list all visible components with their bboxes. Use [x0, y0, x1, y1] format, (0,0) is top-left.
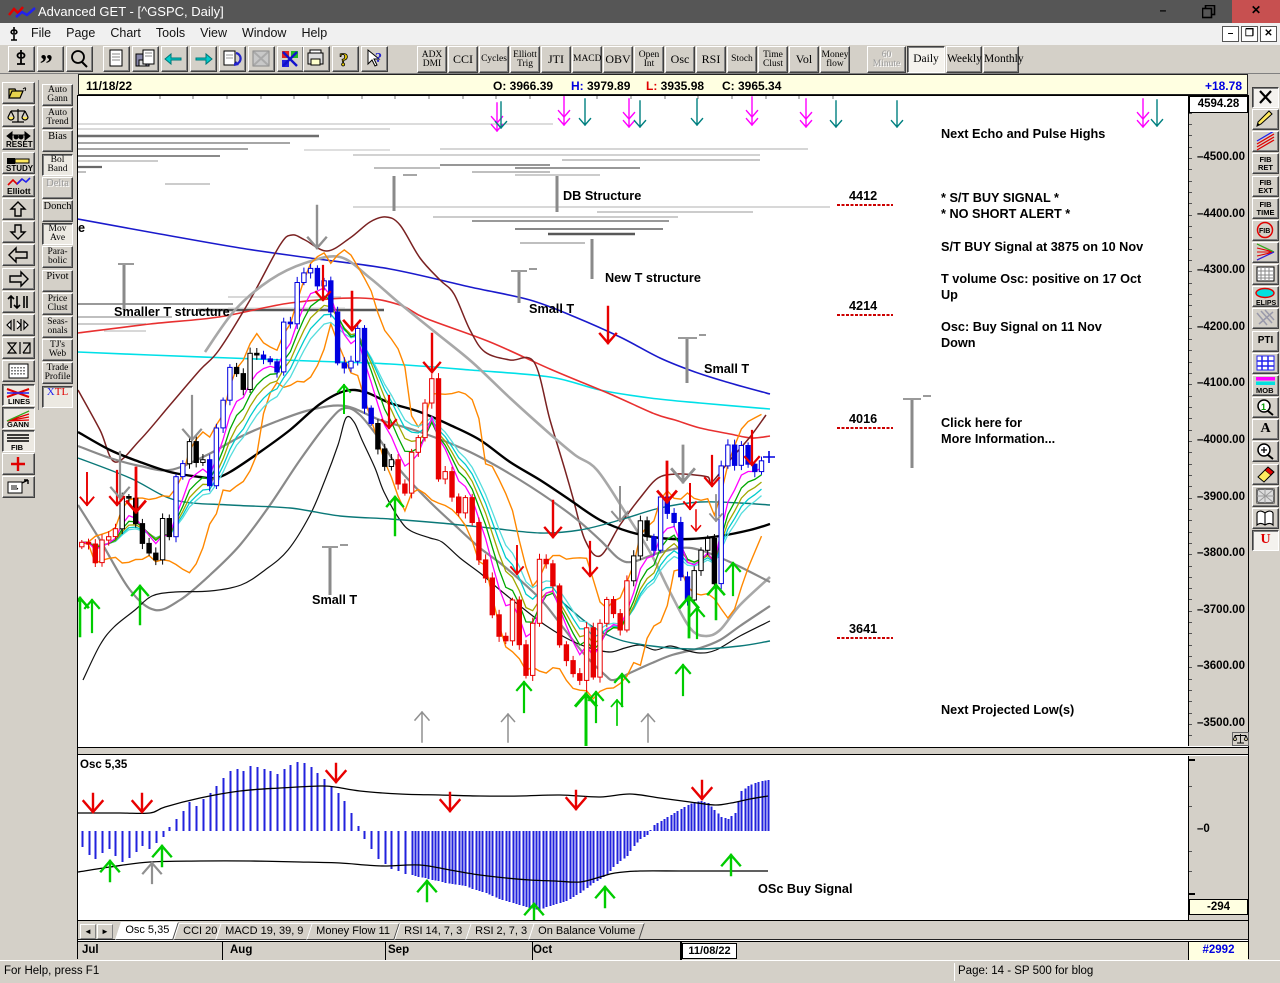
- svg-text:S/T BUY Signal at 3875 on 10 N: S/T BUY Signal at 3875 on 10 Nov: [941, 240, 1143, 254]
- svg-text:MOB: MOB: [1256, 386, 1274, 395]
- svg-text:STUDY: STUDY: [6, 164, 34, 173]
- svg-text:Smaller T structure: Smaller T structure: [114, 305, 230, 319]
- svg-text:4016: 4016: [849, 412, 877, 426]
- svg-text:FIB: FIB: [11, 443, 24, 451]
- svg-text:Osc 5,35: Osc 5,35: [80, 759, 128, 771]
- svg-text:FIB: FIB: [1259, 228, 1270, 235]
- svg-text:Small T: Small T: [704, 362, 749, 376]
- svg-text:?: ?: [339, 50, 349, 71]
- svg-text:Elliott: Elliott: [7, 186, 31, 196]
- svg-text:ELIPS: ELIPS: [1256, 300, 1277, 306]
- svg-text:T volume Osc: positive on 17 O: T volume Osc: positive on 17 Oct: [941, 272, 1142, 286]
- svg-text:GANN: GANN: [7, 420, 29, 428]
- svg-text:Osc: Buy Signal on 11 Nov: Osc: Buy Signal on 11 Nov: [941, 320, 1102, 334]
- svg-text:Next Projected Low(s): Next Projected Low(s): [941, 703, 1074, 717]
- svg-text:„: „: [40, 47, 53, 65]
- svg-text:Click here for: Click here for: [941, 416, 1022, 430]
- svg-text:Small T: Small T: [529, 302, 574, 316]
- svg-text:3641: 3641: [849, 622, 877, 636]
- svg-text:DB Structure: DB Structure: [563, 189, 641, 203]
- svg-text:* S/T BUY SIGNAL *: * S/T BUY SIGNAL *: [941, 191, 1059, 205]
- svg-text:Next Echo and Pulse Highs: Next Echo and Pulse Highs: [941, 127, 1105, 141]
- svg-text:* NO SHORT ALERT *: * NO SHORT ALERT *: [941, 207, 1070, 221]
- svg-text:Up: Up: [941, 288, 958, 302]
- svg-text:?: ?: [375, 51, 382, 66]
- svg-text:Down: Down: [941, 336, 976, 350]
- svg-text:Small T: Small T: [312, 593, 357, 607]
- svg-text:OSc Buy Signal: OSc Buy Signal: [758, 882, 852, 896]
- svg-text:RESET: RESET: [6, 140, 33, 149]
- svg-text:4214: 4214: [849, 299, 877, 313]
- svg-text:More Information...: More Information...: [941, 432, 1055, 446]
- svg-text:4412: 4412: [849, 189, 877, 203]
- svg-text:e: e: [78, 221, 85, 235]
- svg-text:LINES: LINES: [8, 397, 30, 405]
- svg-text:1: 1: [1261, 402, 1266, 412]
- svg-text:New T structure: New T structure: [605, 271, 701, 285]
